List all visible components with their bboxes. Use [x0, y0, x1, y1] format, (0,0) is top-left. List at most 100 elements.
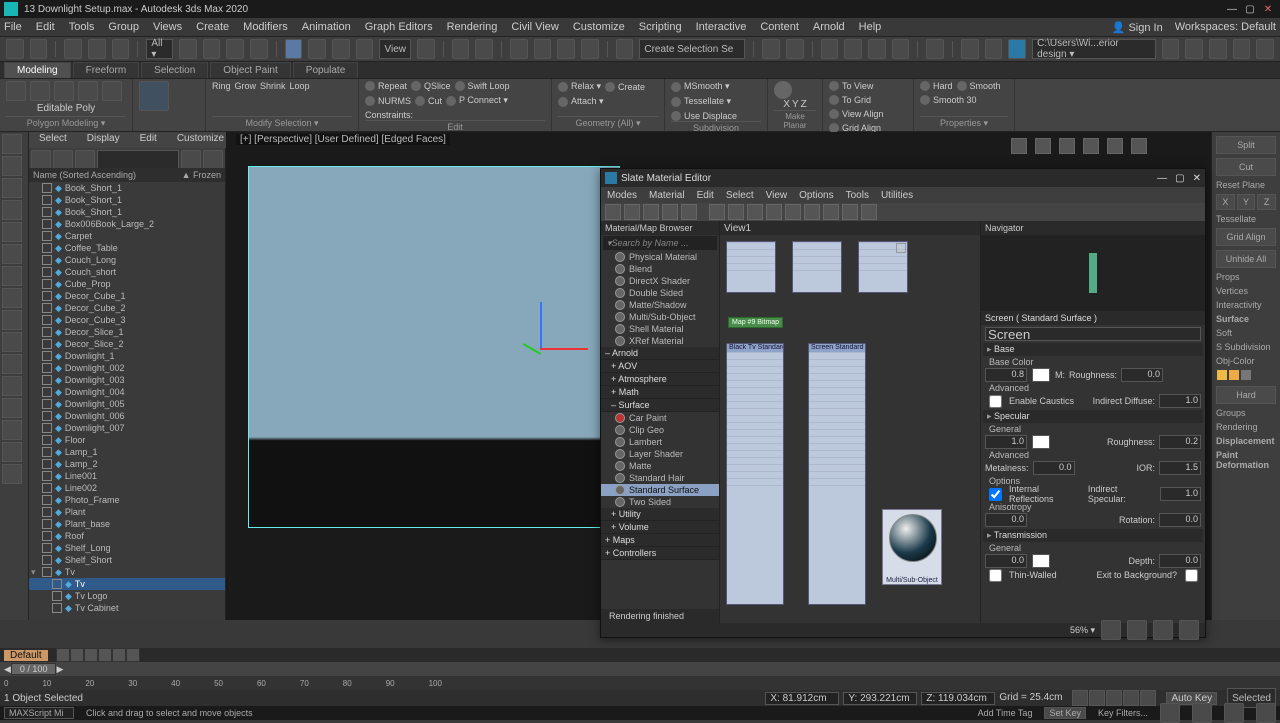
- sme-nav-icon[interactable]: [1127, 620, 1147, 640]
- material-preview[interactable]: [726, 241, 776, 293]
- cat-atmos[interactable]: + Atmosphere: [601, 373, 719, 386]
- scene-item[interactable]: ◆Coffee_Table: [29, 242, 225, 254]
- window-crossing-button[interactable]: [250, 39, 268, 59]
- keyfilters-button[interactable]: Key Filters...: [1098, 708, 1148, 718]
- basecolor-swatch[interactable]: [1032, 368, 1050, 382]
- tab-freeform[interactable]: Freeform: [73, 62, 140, 78]
- sme-tool-icon[interactable]: [861, 204, 877, 220]
- scene-item[interactable]: ◆Couch_Long: [29, 254, 225, 266]
- coord-z[interactable]: Z: 119.034cm: [921, 692, 995, 705]
- menu-civilview[interactable]: Civil View: [511, 21, 558, 33]
- hard-button[interactable]: Hard: [1216, 386, 1276, 404]
- render-frame-button[interactable]: [985, 39, 1003, 59]
- frame-indicator[interactable]: 0 / 100: [11, 663, 57, 675]
- cut-button[interactable]: Cut: [1216, 158, 1276, 176]
- bitmap-node[interactable]: Map #9 Bitmap: [728, 317, 783, 328]
- vp-tool-icon[interactable]: [1011, 138, 1027, 154]
- subobj-poly-icon[interactable]: [78, 81, 98, 101]
- modify-sel-label[interactable]: Modify Selection ▾: [212, 116, 352, 129]
- cat-volume[interactable]: + Volume: [601, 521, 719, 534]
- nurms-toggle[interactable]: NURMS: [365, 96, 411, 106]
- coord-x[interactable]: X: 81.912cm: [765, 692, 839, 705]
- setkey-button[interactable]: Set Key: [1044, 707, 1086, 719]
- scene-item[interactable]: ◆Downlight_006: [29, 410, 225, 422]
- surf-twosided[interactable]: Two Sided: [601, 496, 719, 508]
- goto-start-button[interactable]: [1072, 690, 1088, 706]
- filter-drop[interactable]: All ▾: [146, 39, 173, 59]
- sec-transmission[interactable]: Transmission: [983, 529, 1203, 542]
- percent-snap-button[interactable]: [557, 39, 575, 59]
- scene-tool-icon[interactable]: [53, 150, 73, 170]
- left-icon[interactable]: [2, 442, 22, 462]
- bind-button[interactable]: [112, 39, 130, 59]
- depth-spin[interactable]: 0.0: [1159, 554, 1201, 568]
- vp-tool-icon[interactable]: [1107, 138, 1123, 154]
- material-preview[interactable]: [792, 241, 842, 293]
- surf-stdhair[interactable]: Standard Hair: [601, 472, 719, 484]
- col-frozen[interactable]: ▲ Frozen: [182, 170, 221, 180]
- relax-button[interactable]: Relax ▾: [558, 81, 601, 92]
- snap-button[interactable]: [510, 39, 528, 59]
- cat-math[interactable]: + Math: [601, 386, 719, 399]
- render-setup-button[interactable]: [961, 39, 979, 59]
- props-label[interactable]: Properties ▾: [920, 116, 1008, 129]
- scene-item[interactable]: ◆Couch_short: [29, 266, 225, 278]
- scene-item[interactable]: ◆Shelf_Long: [29, 542, 225, 554]
- scene-tool-icon[interactable]: [75, 150, 95, 170]
- axis-z[interactable]: Z: [1257, 194, 1276, 210]
- menu-edit[interactable]: Edit: [36, 21, 55, 33]
- smooth-button[interactable]: Smooth: [957, 81, 1001, 91]
- cat-surface[interactable]: – Surface: [601, 399, 719, 412]
- sme-tool-icon[interactable]: [766, 204, 782, 220]
- menu-modifiers[interactable]: Modifiers: [243, 21, 288, 33]
- workspaces-drop[interactable]: Workspaces: Default: [1175, 21, 1276, 33]
- vp-tool-icon[interactable]: [1083, 138, 1099, 154]
- left-icon[interactable]: [2, 398, 22, 418]
- sme-nav-icon[interactable]: [1153, 620, 1173, 640]
- unhide-button[interactable]: Unhide All: [1216, 250, 1276, 268]
- cut-button[interactable]: Cut: [415, 96, 442, 106]
- maximize-button[interactable]: ▢: [1242, 2, 1258, 16]
- left-icon[interactable]: [2, 244, 22, 264]
- named-sel-button[interactable]: [616, 39, 634, 59]
- scene-item[interactable]: ◆Floor: [29, 434, 225, 446]
- scene-item[interactable]: ◆Downlight_004: [29, 386, 225, 398]
- scene-item[interactable]: ◆Photo_Frame: [29, 494, 225, 506]
- select-button[interactable]: [179, 39, 197, 59]
- nav-minimap[interactable]: [981, 235, 1205, 311]
- planar-x[interactable]: X: [783, 99, 790, 110]
- transcolor-swatch[interactable]: [1032, 554, 1050, 568]
- left-icon[interactable]: [2, 178, 22, 198]
- surf-matte[interactable]: Matte: [601, 460, 719, 472]
- menu-content[interactable]: Content: [760, 21, 799, 33]
- sme-menu-options[interactable]: Options: [799, 190, 833, 201]
- togrid-button[interactable]: To Grid: [829, 95, 871, 105]
- sme-tool-icon[interactable]: [823, 204, 839, 220]
- scene-item[interactable]: ◆Downlight_007: [29, 422, 225, 434]
- sme-menu-edit[interactable]: Edit: [697, 190, 714, 201]
- rot-spin[interactable]: 0.0: [1159, 513, 1201, 527]
- scene-item[interactable]: ◆Decor_Cube_2: [29, 302, 225, 314]
- nav-icon[interactable]: [1192, 703, 1212, 723]
- swiftloop-button[interactable]: Swift Loop: [455, 81, 510, 91]
- timeslider-next[interactable]: ▶: [56, 664, 63, 675]
- sme-tool-icon[interactable]: [747, 204, 763, 220]
- select-name-button[interactable]: [203, 39, 221, 59]
- scene-item[interactable]: ◆Lamp_1: [29, 446, 225, 458]
- menu-customize[interactable]: Customize: [573, 21, 625, 33]
- nav-icon[interactable]: [1160, 703, 1180, 723]
- scene-item[interactable]: ◆Downlight_002: [29, 362, 225, 374]
- intref-check[interactable]: [989, 488, 1002, 501]
- tab-populate[interactable]: Populate: [293, 62, 358, 78]
- qslice-button[interactable]: QSlice: [411, 81, 451, 91]
- tab-modeling[interactable]: Modeling: [4, 62, 71, 78]
- refcoord-drop[interactable]: View: [379, 39, 411, 59]
- sme-menu-select[interactable]: Select: [726, 190, 754, 201]
- sme-tool-icon[interactable]: [643, 204, 659, 220]
- scene-item[interactable]: ◆Book_Short_1: [29, 182, 225, 194]
- sme-tool-icon[interactable]: [842, 204, 858, 220]
- sec-base[interactable]: Base: [983, 343, 1203, 356]
- sec-specular[interactable]: Specular: [983, 410, 1203, 423]
- rotate-button[interactable]: [308, 39, 326, 59]
- zoom-level[interactable]: 56% ▾: [1070, 625, 1095, 636]
